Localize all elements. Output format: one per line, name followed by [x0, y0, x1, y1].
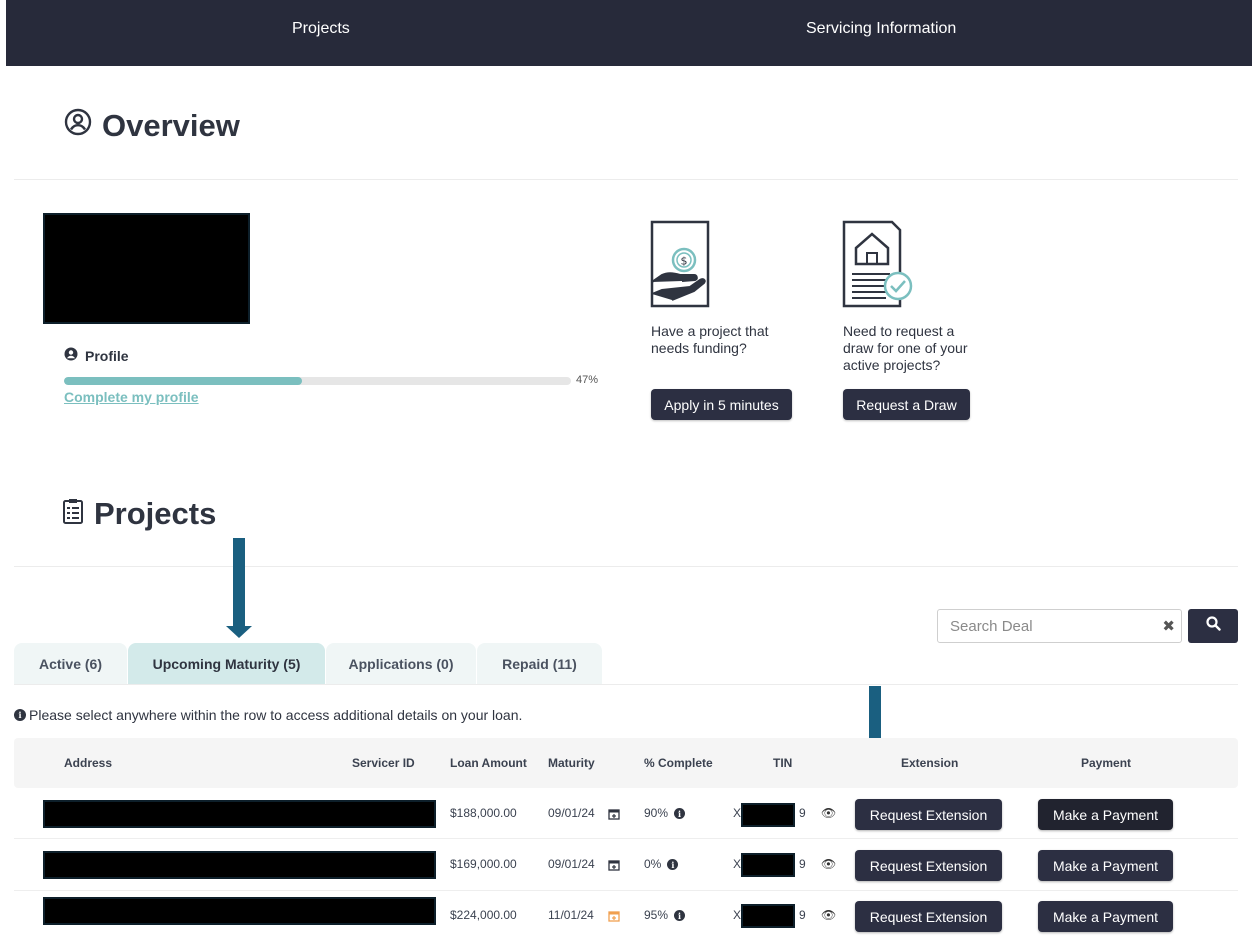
percent-complete: 90% i [644, 806, 686, 820]
calendar-warning-icon [608, 909, 620, 927]
info-icon[interactable]: i [674, 808, 686, 820]
tin-suffix: 9 [799, 908, 806, 922]
header-complete: % Complete [644, 756, 713, 770]
maturity-date: 09/01/24 [548, 806, 595, 820]
eye-icon[interactable]: 👁 [821, 908, 836, 922]
profile-progress-bar [64, 377, 571, 385]
make-payment-button[interactable]: Make a Payment [1038, 850, 1173, 881]
house-document-icon [842, 220, 916, 315]
maturity-date: 11/01/24 [548, 908, 594, 922]
row-divider [14, 890, 1238, 891]
percent-complete: 95% i [644, 908, 686, 922]
projects-title: Projects [94, 496, 217, 531]
redacted-tin [741, 803, 795, 827]
make-payment-button[interactable]: Make a Payment [1038, 799, 1173, 830]
apply-button[interactable]: Apply in 5 minutes [651, 389, 792, 420]
request-extension-button[interactable]: Request Extension [855, 850, 1002, 881]
redacted-tin [741, 853, 795, 877]
user-icon [64, 347, 78, 364]
search-button[interactable] [1188, 609, 1238, 643]
loan-amount: $188,000.00 [450, 806, 517, 820]
tabs-divider [14, 684, 1238, 685]
hand-dollar-icon: $ [650, 220, 710, 315]
loan-amount: $224,000.00 [450, 908, 517, 922]
header-servicer-id: Servicer ID [352, 756, 415, 770]
request-extension-button[interactable]: Request Extension [855, 901, 1002, 932]
redacted-address [43, 851, 436, 879]
redacted-address [43, 897, 436, 925]
complete-profile-link[interactable]: Complete my profile [64, 389, 199, 405]
projects-heading: Projects [62, 496, 216, 532]
clear-icon[interactable]: ✖ [1162, 617, 1175, 635]
header-address: Address [64, 756, 113, 770]
nav-projects-link[interactable]: Projects [292, 20, 350, 38]
request-draw-button[interactable]: Request a Draw [843, 389, 970, 420]
row-select-note: i Please select anywhere within the row … [14, 707, 522, 723]
eye-icon[interactable]: 👁 [821, 806, 836, 820]
nav-servicing-link[interactable]: Servicing Information [806, 20, 956, 38]
redacted-tin [741, 904, 795, 928]
tab-repaid[interactable]: Repaid (11) [477, 643, 602, 684]
page-title: Overview [102, 108, 240, 143]
header-loan-amount: Loan Amount [450, 756, 527, 770]
divider [14, 566, 1238, 567]
funding-prompt-text: Have a project that needs funding? [651, 323, 769, 356]
user-circle-icon [64, 108, 92, 144]
search-input[interactable] [938, 610, 1138, 642]
calendar-icon [608, 858, 620, 876]
header-tin: TIN [773, 756, 793, 770]
tab-active[interactable]: Active (6) [14, 643, 127, 684]
tin-prefix: X [733, 908, 742, 922]
maturity-date: 09/01/24 [548, 857, 595, 871]
profile-label: Profile [64, 347, 129, 364]
clipboard-list-icon [62, 496, 84, 532]
tin-prefix: X [733, 857, 742, 871]
tin-prefix: X [733, 806, 742, 820]
tin-suffix: 9 [799, 806, 806, 820]
calendar-icon [608, 807, 620, 825]
tin-suffix: 9 [799, 857, 806, 871]
overview-heading: Overview [64, 108, 240, 144]
top-nav: Projects Servicing Information [6, 0, 1252, 66]
info-icon: i [14, 709, 26, 721]
percent-complete: 0% i [644, 857, 679, 871]
table-header [14, 738, 1238, 788]
tab-applications[interactable]: Applications (0) [326, 643, 476, 684]
redacted-profile-image [43, 213, 250, 324]
header-maturity: Maturity [548, 756, 595, 770]
search-field: ✖ [937, 609, 1182, 643]
eye-icon[interactable]: 👁 [821, 857, 836, 871]
info-icon[interactable]: i [674, 910, 686, 922]
tab-upcoming-maturity[interactable]: Upcoming Maturity (5) [128, 643, 325, 684]
svg-text:$: $ [681, 255, 688, 268]
row-divider [14, 838, 1238, 839]
divider [14, 179, 1238, 180]
make-payment-button[interactable]: Make a Payment [1038, 901, 1173, 932]
loan-amount: $169,000.00 [450, 857, 517, 871]
annotation-arrow-tab [226, 538, 252, 638]
header-extension: Extension [901, 756, 959, 770]
search-icon [1205, 616, 1221, 636]
header-payment: Payment [1081, 756, 1132, 770]
info-icon[interactable]: i [667, 859, 679, 871]
profile-progress-fill [64, 377, 303, 385]
profile-progress-percent: 47% [576, 374, 599, 386]
request-extension-button[interactable]: Request Extension [855, 799, 1002, 830]
redacted-address [43, 800, 436, 828]
draw-prompt-text: Need to request a draw for one of your a… [843, 323, 968, 373]
